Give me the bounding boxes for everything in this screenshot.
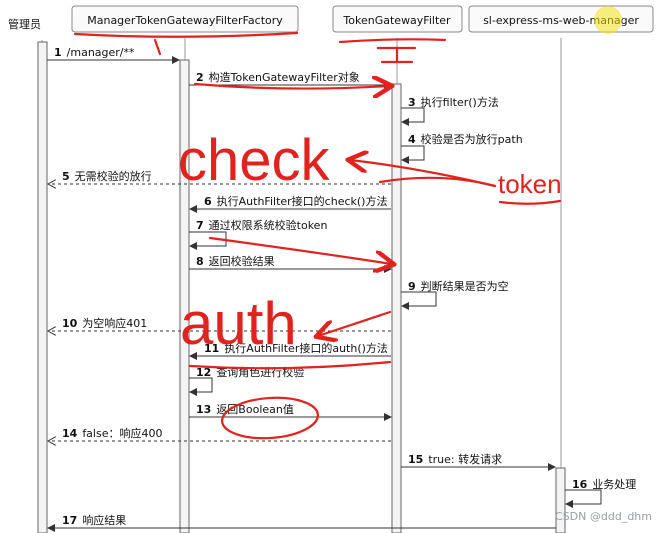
- svg-text:6执行AuthFilter接口的check()方法: 6 执行AuthFilter接口的check()方法: [204, 194, 387, 208]
- activation-admin: [37, 41, 48, 533]
- svg-text:13返回Boolean值: 13 返回Boolean值: [196, 403, 294, 416]
- annotation-token: token: [498, 169, 562, 199]
- annotation-auth: auth: [180, 290, 297, 357]
- message-6: 6 执行AuthFilter接口的check()方法: [189, 194, 391, 213]
- underline-factory: [73, 31, 299, 38]
- message-17: 17 响应结果: [47, 513, 556, 532]
- svg-text:7通过权限系统校验token: 7 通过权限系统校验token: [196, 218, 327, 232]
- svg-text:5无需校验的放行: 5 无需校验的放行: [62, 169, 152, 183]
- bracket-mark-filter: [376, 46, 417, 64]
- participant-filter: TokenGatewayFilter: [332, 5, 463, 33]
- message-7: 7 通过权限系统校验token: [189, 218, 327, 250]
- svg-text:16业务处理: 16 业务处理: [572, 478, 636, 491]
- message-16: 16 业务处理: [565, 478, 636, 508]
- message-15: 15 true: 转发请求: [401, 452, 556, 471]
- svg-text:8返回校验结果: 8 返回校验结果: [196, 254, 275, 268]
- underline-filter: [338, 38, 447, 44]
- message-13: 13 返回Boolean值: [189, 403, 392, 421]
- message-14: 14 false：响应400: [48, 426, 391, 441]
- participant-admin: 管理员: [8, 17, 41, 31]
- message-4: 4 校验是否为放行path: [401, 132, 523, 164]
- svg-text:3执行filter()方法: 3 执行filter()方法: [408, 95, 499, 109]
- diagram-canvas: 管理员 ManagerTokenGatewayFilterFactory Tok…: [8, 5, 654, 533]
- svg-text:17响应结果: 17 响应结果: [62, 513, 126, 527]
- participant-label: TokenGatewayFilter: [342, 14, 451, 27]
- message-9: 9 判断结果是否为空: [401, 279, 509, 310]
- svg-text:4校验是否为放行path: 4 校验是否为放行path: [408, 132, 523, 146]
- activation-filter: [391, 83, 402, 533]
- participant-label: ManagerTokenGatewayFilterFactory: [87, 14, 283, 27]
- sequence-diagram: 管理员 ManagerTokenGatewayFilterFactory Tok…: [0, 0, 664, 533]
- svg-text:14false：响应400: 14 false：响应400: [62, 426, 162, 440]
- svg-text:10为空响应401: 10 为空响应401: [62, 316, 147, 330]
- watermark: CSDN @ddd_dhm: [555, 510, 652, 523]
- cursor-highlight: [594, 6, 622, 34]
- tick-factory: [153, 38, 162, 56]
- message-2: 2 构造TokenGatewayFilter对象: [189, 70, 392, 89]
- svg-text:9判断结果是否为空: 9 判断结果是否为空: [408, 279, 509, 293]
- circle-boolean: [220, 396, 320, 440]
- participant-web: sl-express-ms-web-manager: [468, 5, 654, 34]
- message-8: 8 返回校验结果: [189, 254, 392, 273]
- participant-label: 管理员: [8, 17, 41, 31]
- underline-token: [498, 199, 562, 205]
- annotation-check: check: [178, 128, 331, 193]
- message-3: 3 执行filter()方法: [401, 95, 499, 126]
- red-annotations: [73, 31, 562, 440]
- svg-text:2构造TokenGatewayFilter对象: 2 构造TokenGatewayFilter对象: [196, 70, 360, 84]
- participant-factory: ManagerTokenGatewayFilterFactory: [71, 5, 299, 33]
- activation-web: [555, 467, 566, 533]
- svg-text:15true: 转发请求: 15 true: 转发请求: [408, 452, 502, 466]
- arrow-to-auth: [318, 310, 392, 336]
- svg-text:1/manager/**: 1/manager/**: [54, 46, 135, 59]
